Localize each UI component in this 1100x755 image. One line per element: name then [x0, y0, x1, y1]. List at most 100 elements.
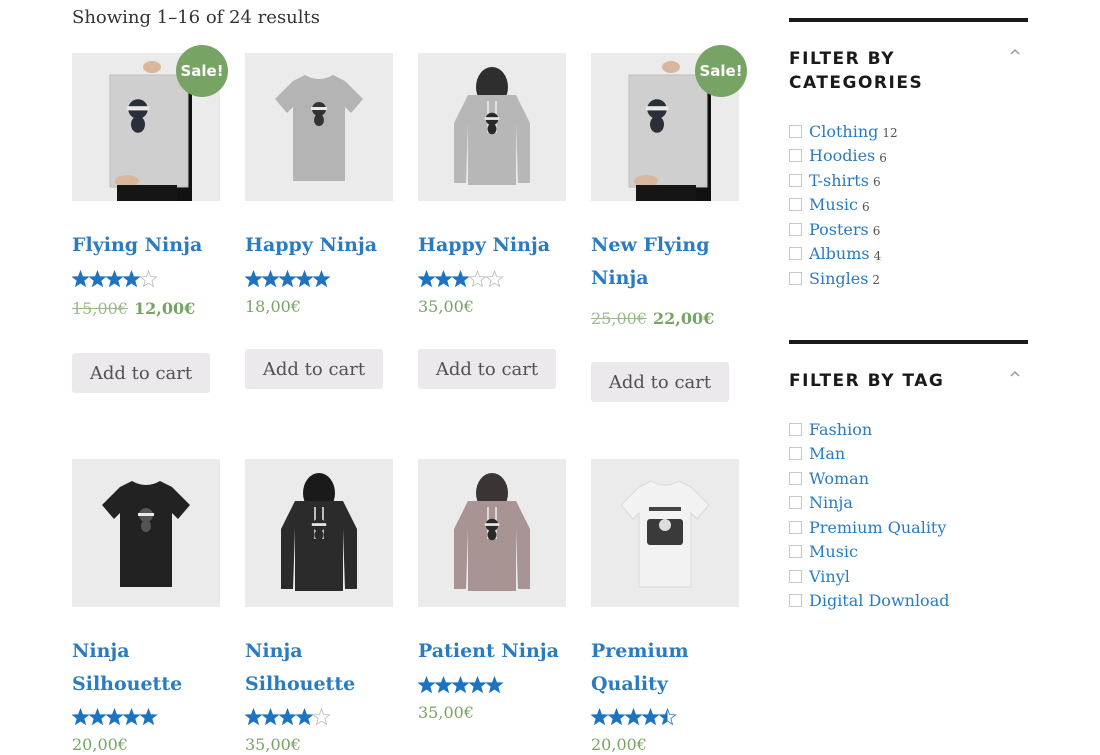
category-filter-item[interactable]: Clothing 12 [789, 119, 898, 144]
product-title-line: Patient Ninja [418, 640, 559, 662]
filter-link[interactable]: Clothing [809, 122, 878, 141]
product-title[interactable]: Patient Ninja [418, 635, 568, 668]
product-title-line: Ninja [591, 267, 649, 289]
star-icon [312, 269, 331, 288]
product-title[interactable]: Flying Ninja [72, 229, 222, 262]
product-image[interactable] [418, 459, 566, 607]
filter-checkbox[interactable] [789, 520, 802, 534]
filter-link[interactable]: Posters [809, 220, 869, 239]
filter-link[interactable]: Hoodies [809, 146, 875, 165]
product-image[interactable] [418, 53, 566, 201]
filter-link[interactable]: Music [809, 195, 858, 214]
filter-checkbox[interactable] [789, 569, 802, 583]
tag-filter-item[interactable]: Man [789, 442, 949, 467]
category-filter-item[interactable]: Singles 2 [789, 266, 898, 291]
tag-filter-item[interactable]: Woman [789, 466, 949, 491]
category-filter-item[interactable]: Music 6 [789, 193, 898, 218]
original-price: 25,00€ [591, 309, 647, 328]
product-title-line: Silhouette [72, 673, 183, 695]
filter-checkbox[interactable] [789, 124, 802, 138]
add-to-cart-button[interactable]: Add to cart [591, 362, 729, 402]
product-card: Sale! New Flying Ninja 25,00€ 22,00€ Add to c… [591, 45, 747, 402]
filter-count: 6 [861, 199, 870, 214]
filter-checkbox[interactable] [789, 198, 802, 212]
product-image[interactable] [245, 53, 393, 201]
category-filter-item[interactable]: Hoodies 6 [789, 144, 898, 169]
filter-checkbox[interactable] [789, 545, 802, 559]
product-title[interactable]: Ninja Silhouette [72, 635, 222, 701]
filter-link[interactable]: Ninja [809, 493, 853, 512]
product-title[interactable]: Premium Quality [591, 635, 741, 701]
category-filter-item[interactable]: Posters 6 [789, 217, 898, 242]
star-icon [451, 675, 470, 694]
filter-link[interactable]: Music [809, 542, 858, 561]
chevron-up-icon[interactable] [1008, 369, 1022, 379]
star-icon [105, 269, 124, 288]
product-image[interactable] [591, 459, 739, 607]
star-icon [468, 269, 487, 288]
sale-price: 22,00€ [652, 309, 715, 328]
product-price: 35,00€ [418, 703, 474, 722]
add-to-cart-button[interactable]: Add to cart [245, 349, 383, 389]
product-price: 15,00€ 12,00€ [72, 299, 195, 318]
filter-checkbox[interactable] [789, 173, 802, 187]
filter-link[interactable]: Vinyl [809, 567, 850, 586]
filter-link[interactable]: T-shirts [809, 171, 869, 190]
chevron-up-icon[interactable] [1008, 47, 1022, 57]
star-icon [244, 269, 263, 288]
product-title-line: Happy Ninja [245, 234, 378, 256]
product-image[interactable] [245, 459, 393, 607]
filter-link[interactable]: Man [809, 444, 845, 463]
product-title[interactable]: Ninja Silhouette [245, 635, 395, 701]
filter-checkbox[interactable] [789, 222, 802, 236]
filter-link[interactable]: Premium Quality [809, 518, 946, 537]
category-filter-item[interactable]: T-shirts 6 [789, 168, 898, 193]
star-icon [434, 675, 453, 694]
filter-checkbox[interactable] [789, 247, 802, 261]
filter-link[interactable]: Singles [809, 269, 868, 288]
product-title[interactable]: Happy Ninja [418, 229, 568, 262]
product-title-line: New Flying [591, 234, 710, 256]
star-icon [139, 707, 158, 726]
product-title[interactable]: New Flying Ninja [591, 229, 741, 295]
star-icon [88, 707, 107, 726]
tag-filter-item[interactable]: Fashion [789, 417, 949, 442]
filter-link[interactable]: Digital Download [809, 591, 949, 610]
sale-price: 12,00€ [133, 299, 196, 318]
widget-divider [789, 18, 1028, 22]
product-title-line: Premium [591, 640, 689, 662]
regular-price: 35,00€ [418, 703, 474, 722]
filter-checkbox[interactable] [789, 496, 802, 510]
star-icon [244, 707, 263, 726]
regular-price: 20,00€ [591, 735, 647, 754]
star-icon [122, 707, 141, 726]
filter-checkbox[interactable] [789, 471, 802, 485]
star-icon [105, 707, 124, 726]
product-image[interactable] [72, 459, 220, 607]
tag-filter-item[interactable]: Ninja [789, 491, 949, 516]
tag-filter-item[interactable]: Premium Quality [789, 515, 949, 540]
star-icon [468, 675, 487, 694]
filter-checkbox[interactable] [789, 422, 802, 436]
product-price: 20,00€ [591, 735, 647, 754]
product-price: 35,00€ [245, 735, 301, 754]
filter-checkbox[interactable] [789, 149, 802, 163]
product-card: Happy Ninja 18,00€ Add to cart [244, 53, 395, 389]
filter-checkbox[interactable] [789, 447, 802, 461]
add-to-cart-button[interactable]: Add to cart [72, 353, 210, 393]
product-price: 20,00€ [72, 735, 128, 754]
product-title[interactable]: Happy Ninja [245, 229, 395, 262]
add-to-cart-button[interactable]: Add to cart [418, 349, 556, 389]
filter-link[interactable]: Albums [809, 244, 870, 263]
product-card: Premium Quality 20,00€ [590, 459, 741, 754]
regular-price: 18,00€ [245, 297, 301, 316]
filter-link[interactable]: Fashion [809, 420, 872, 439]
filter-link[interactable]: Woman [809, 469, 869, 488]
star-rating [244, 707, 331, 726]
category-filter-item[interactable]: Albums 4 [789, 242, 898, 267]
tag-filter-item[interactable]: Digital Download [789, 589, 949, 614]
filter-checkbox[interactable] [789, 271, 802, 285]
tag-filter-item[interactable]: Vinyl [789, 564, 949, 589]
filter-checkbox[interactable] [789, 594, 802, 608]
tag-filter-item[interactable]: Music [789, 540, 949, 565]
